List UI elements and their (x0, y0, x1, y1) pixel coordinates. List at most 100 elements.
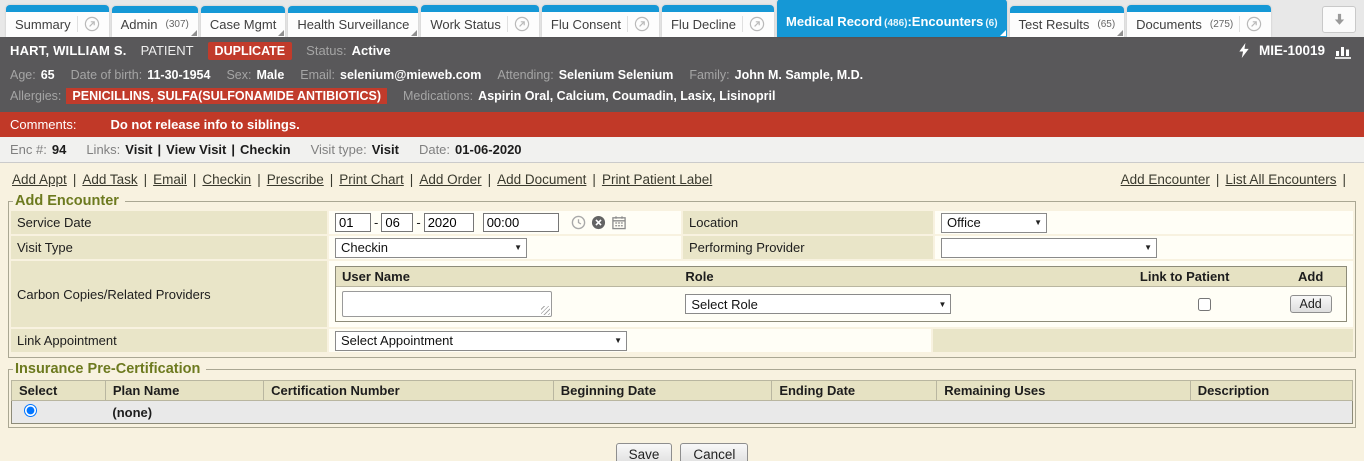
comments-label: Comments: (10, 117, 76, 132)
external-link-icon (77, 16, 100, 32)
ins-header-description: Description (1190, 381, 1352, 401)
encounter-info-bar: Enc #:94 Links: Visit View Visit Checkin… (0, 137, 1364, 163)
time-input[interactable] (483, 213, 559, 232)
duplicate-badge: DUPLICATE (208, 42, 293, 60)
lightning-icon[interactable] (1238, 43, 1250, 58)
view-visit-link[interactable]: View Visit (166, 142, 226, 157)
clock-icon[interactable] (570, 215, 587, 230)
tab-label: Medical Record (786, 14, 882, 29)
patient-mrn: MIE-10019 (1259, 43, 1325, 58)
visit-type-selected-value: Checkin (341, 240, 388, 255)
date-year-input[interactable] (424, 213, 474, 232)
cc-header-add: Add (1275, 267, 1346, 287)
tab-overflow-button[interactable] (1322, 6, 1356, 33)
save-button[interactable]: Save (616, 443, 673, 461)
menu-fold-icon (1000, 30, 1006, 36)
tab-admin[interactable]: Admin(307) (112, 6, 198, 37)
visit-link[interactable]: Visit (125, 142, 152, 157)
tab-label: Work Status (430, 17, 501, 32)
visit-type-select[interactable]: Checkin ▼ (335, 238, 527, 258)
precert-none-radio[interactable] (24, 404, 37, 417)
tab-label: :Encounters (907, 14, 983, 29)
link-appointment-select[interactable]: Select Appointment ▼ (335, 331, 627, 351)
email-label: Email: (300, 68, 335, 82)
dropdown-arrow-icon: ▼ (1144, 243, 1152, 252)
tab-count: (275) (1210, 19, 1233, 30)
insurance-precert-section: Insurance Pre-Certification Select Plan … (8, 361, 1356, 428)
list-all-encounters-link[interactable]: List All Encounters (1225, 172, 1336, 187)
date-day-input[interactable] (381, 213, 413, 232)
service-date-row: Service Date - - (11, 211, 1353, 234)
patient-demographics: Age:65 Date of birth:11-30-1954 Sex:Male… (0, 64, 1364, 112)
role-selected-value: Select Role (691, 297, 757, 312)
cc-header-user-name: User Name (336, 267, 679, 287)
tab-count: (6) (985, 18, 997, 29)
chart-icon[interactable] (1334, 43, 1354, 59)
checkin-link[interactable]: Checkin (240, 142, 291, 157)
cancel-button[interactable]: Cancel (680, 443, 748, 461)
print-patient-label-link[interactable]: Print Patient Label (602, 172, 712, 187)
email-link[interactable]: Email (153, 172, 187, 187)
carbon-copies-label: Carbon Copies/Related Providers (11, 261, 327, 327)
user-name-input[interactable] (342, 291, 552, 317)
carbon-copies-input-row: Select Role ▼ Add (336, 287, 1346, 321)
add-encounter-link[interactable]: Add Encounter (1121, 172, 1210, 187)
plan-name-value: (none) (105, 401, 263, 424)
age-label: Age: (10, 68, 36, 82)
date-separator: - (416, 215, 420, 230)
tab-documents[interactable]: Documents(275) (1127, 5, 1271, 37)
location-label: Location (683, 211, 933, 234)
insurance-row-none: (none) (12, 401, 1353, 424)
add-appt-link[interactable]: Add Appt (12, 172, 67, 187)
add-document-link[interactable]: Add Document (497, 172, 586, 187)
link-appointment-row: Link Appointment Select Appointment ▼ (11, 329, 1353, 352)
menu-fold-icon (191, 30, 197, 36)
tab-work-status[interactable]: Work Status (421, 5, 539, 37)
carbon-copies-row: Carbon Copies/Related Providers User Nam… (11, 261, 1353, 327)
service-date-label: Service Date (11, 211, 327, 234)
calendar-icon[interactable] (610, 215, 628, 230)
tab-test-results[interactable]: Test Results(65) (1010, 6, 1125, 37)
email-value: selenium@mieweb.com (340, 68, 481, 82)
enc-date-value: 01-06-2020 (455, 142, 522, 157)
medications-label: Medications: (403, 89, 473, 103)
status-value: Active (352, 43, 391, 58)
tab-case-mgmt[interactable]: Case Mgmt (201, 6, 285, 37)
external-link-icon (627, 16, 650, 32)
dropdown-arrow-icon: ▼ (938, 300, 946, 309)
tab-bar: Summary Admin(307) Case Mgmt Health Surv… (0, 0, 1364, 37)
link-to-patient-checkbox[interactable] (1198, 298, 1211, 311)
ins-header-beginning-date: Beginning Date (553, 381, 772, 401)
checkin-action-link[interactable]: Checkin (202, 172, 251, 187)
performing-provider-select[interactable]: ▼ (941, 238, 1157, 258)
link-appointment-selected-value: Select Appointment (341, 333, 453, 348)
carbon-copies-table: User Name Role Link to Patient Add (335, 266, 1347, 322)
date-month-input[interactable] (335, 213, 371, 232)
role-select[interactable]: Select Role ▼ (685, 294, 951, 314)
print-chart-link[interactable]: Print Chart (339, 172, 404, 187)
cc-header-role: Role (679, 267, 1134, 287)
date-separator: - (374, 215, 378, 230)
external-link-icon (1239, 16, 1262, 32)
allergies-label: Allergies: (10, 89, 61, 103)
external-link-icon (742, 16, 765, 32)
tab-health-surveillance[interactable]: Health Surveillance (288, 6, 418, 37)
comments-alert-bar: Comments: Do not release info to sibling… (0, 112, 1364, 137)
tab-flu-decline[interactable]: Flu Decline (662, 5, 774, 37)
tab-summary[interactable]: Summary (6, 5, 109, 37)
clear-date-icon[interactable] (590, 215, 607, 230)
tab-medical-record-encounters[interactable]: Medical Record(486):Encounters(6) (777, 0, 1007, 37)
visit-type-label: Visit type: (311, 142, 367, 157)
main-content: Add Appt Add Task Email Checkin Prescrib… (0, 163, 1364, 461)
tab-flu-consent[interactable]: Flu Consent (542, 5, 659, 37)
location-select[interactable]: Office ▼ (941, 213, 1047, 233)
insurance-precert-table: Select Plan Name Certification Number Be… (11, 380, 1353, 424)
add-encounter-section: Add Encounter Service Date - - (8, 193, 1356, 358)
cc-add-button[interactable]: Add (1290, 295, 1332, 313)
attending-label: Attending: (497, 68, 553, 82)
add-task-link[interactable]: Add Task (82, 172, 137, 187)
insurance-header-row: Select Plan Name Certification Number Be… (12, 381, 1353, 401)
prescribe-link[interactable]: Prescribe (267, 172, 324, 187)
visit-type-row: Visit Type Checkin ▼ Performing Provider… (11, 236, 1353, 259)
add-order-link[interactable]: Add Order (419, 172, 481, 187)
